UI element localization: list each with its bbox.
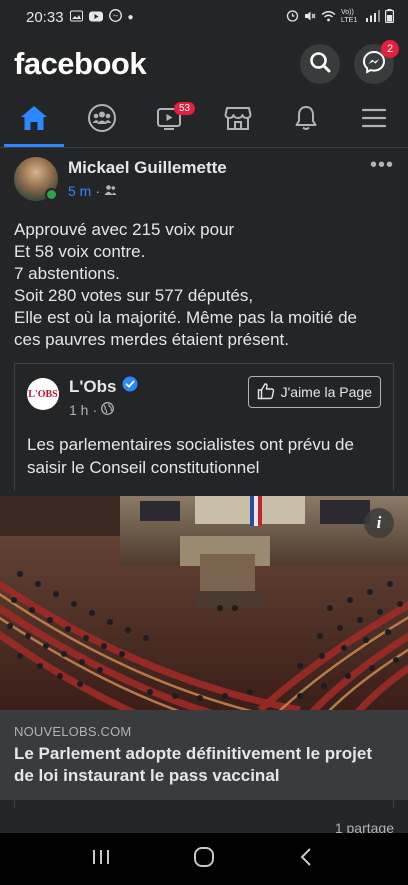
tab-notifications[interactable] (272, 94, 340, 147)
wifi-icon (321, 10, 336, 25)
watch-badge: 53 (174, 102, 196, 115)
messenger-status-icon (108, 8, 122, 26)
post-text-line: ces pauvres merdes étaient présent. (14, 330, 289, 349)
globe-icon (101, 402, 115, 418)
home-nav-button[interactable] (193, 846, 215, 873)
meta-separator: · (92, 402, 98, 418)
search-button[interactable] (300, 44, 340, 84)
back-button[interactable] (297, 847, 317, 872)
post-time[interactable]: 5 m (68, 183, 91, 199)
thumbs-up-icon (257, 382, 275, 403)
assembly-photo (0, 496, 408, 710)
back-icon (300, 847, 311, 866)
shared-text: Les parlementaires socialistes ont prévu… (27, 435, 354, 477)
post-text-line: Et 58 voix contre. (14, 242, 146, 261)
post-text-line: Approuvé avec 215 voix pour (14, 220, 235, 239)
groups-icon (87, 103, 117, 138)
link-preview-image[interactable]: i (0, 496, 408, 710)
tab-menu[interactable] (340, 94, 408, 147)
messenger-button[interactable]: 2 (354, 40, 399, 84)
photo-icon (69, 10, 83, 25)
recent-apps-button[interactable] (91, 847, 111, 872)
meta-separator: · (95, 183, 101, 199)
home-icon (19, 104, 49, 137)
page-logo[interactable]: L'OBS (27, 378, 59, 410)
shared-post-time[interactable]: 1 h (69, 402, 88, 418)
bell-icon (292, 104, 320, 137)
post-author[interactable]: Mickael Guillemette (68, 158, 227, 178)
info-icon[interactable]: i (364, 508, 394, 538)
link-title: Le Parlement adopte définitivement le pr… (14, 744, 373, 785)
more-options-icon[interactable]: ••• (370, 155, 394, 175)
shared-header: L'OBS L'Obs 1 h · J'aime la Page (15, 364, 393, 422)
verified-badge-icon (122, 376, 138, 397)
status-bar: 20:33 ● Vo)) LTE1 (0, 0, 408, 34)
dot-indicator: ● (127, 11, 134, 23)
friends-icon (104, 183, 117, 199)
battery-icon (385, 8, 395, 26)
home-nav-icon (194, 846, 214, 867)
mute-icon (304, 10, 316, 25)
alarm-icon (286, 9, 299, 25)
tab-marketplace[interactable] (204, 94, 272, 147)
page-name-row: L'Obs (69, 376, 138, 397)
facebook-logo[interactable]: facebook (14, 46, 147, 82)
menu-icon (360, 106, 388, 135)
app-header: facebook 2 (0, 34, 408, 94)
post-text-line: 7 abstentions. (14, 264, 120, 283)
marketplace-icon (223, 104, 253, 137)
messenger-badge: 2 (381, 40, 399, 58)
tab-home[interactable] (0, 94, 68, 147)
nav-tabs: 53 (0, 94, 408, 148)
signal-icon (366, 9, 380, 25)
shared-post[interactable]: L'OBS L'Obs 1 h · J'aime la Page Les par… (14, 363, 394, 491)
like-page-button[interactable]: J'aime la Page (247, 376, 381, 408)
tab-groups[interactable] (68, 94, 136, 147)
post-header: Mickael Guillemette 5 m · ••• (0, 149, 408, 211)
link-domain: NOUVELOBS.COM (14, 724, 132, 739)
feed-post: Mickael Guillemette 5 m · ••• Approuvé a… (0, 149, 408, 491)
recent-apps-icon (93, 849, 109, 864)
page-name[interactable]: L'Obs (69, 377, 117, 397)
avatar[interactable] (14, 157, 58, 201)
post-text: Approuvé avec 215 voix pour Et 58 voix c… (0, 211, 408, 351)
youtube-icon (88, 9, 103, 26)
link-caption[interactable]: NOUVELOBS.COM Le Parlement adopte défini… (0, 710, 408, 800)
shared-post-border (14, 800, 394, 808)
online-status-indicator (45, 188, 58, 201)
tab-watch[interactable]: 53 (136, 94, 204, 147)
like-page-label: J'aime la Page (280, 384, 372, 400)
search-icon (309, 51, 331, 78)
status-time: 20:33 (26, 8, 64, 26)
network-label: Vo)) LTE1 (341, 9, 358, 24)
post-text-line: Elle est où la majorité. Même pas la moi… (14, 308, 357, 327)
system-navigation-bar (0, 833, 408, 885)
post-text-line: Soit 280 votes sur 577 députés, (14, 286, 254, 305)
